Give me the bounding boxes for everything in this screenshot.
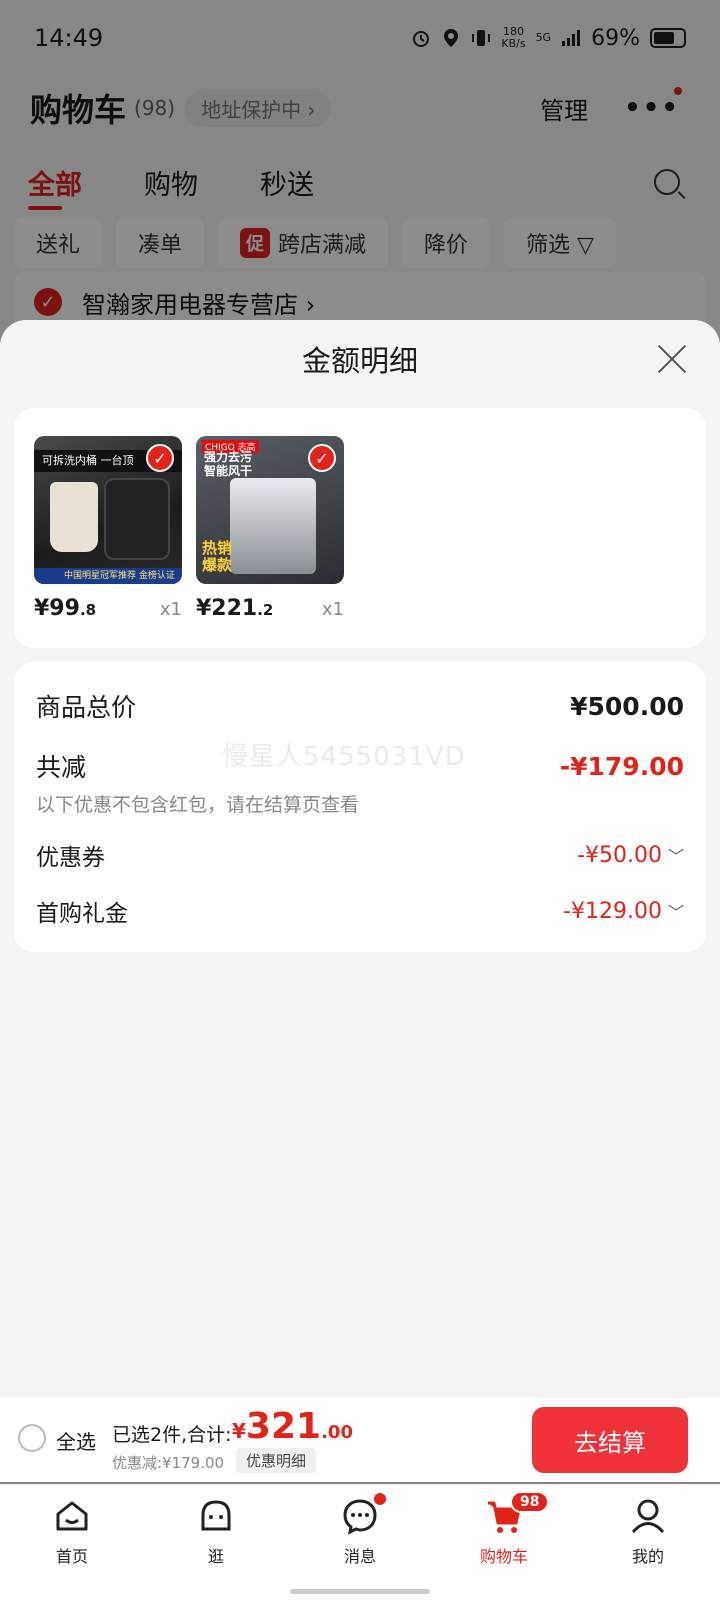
home-indicator[interactable] [290, 1589, 430, 1594]
watermark: 慢星人5455031VD [222, 742, 466, 772]
chevron-down-icon[interactable]: ﹀ [668, 899, 684, 923]
close-icon[interactable] [656, 342, 688, 374]
product-price: ¥99.8 [34, 596, 97, 621]
tab-messages[interactable]: 消息 [288, 1485, 432, 1600]
firstbuy-label: 首购礼金 [36, 901, 128, 927]
check-icon: ✓ [308, 444, 336, 472]
tab-cart[interactable]: 98 购物车 [432, 1485, 576, 1600]
user-icon [631, 1499, 665, 1534]
check-icon: ✓ [146, 444, 174, 472]
product-image-footer: 中国明星冠军推荐 金榜认证 [34, 568, 182, 584]
bottom-tabbar: 首页 逛 消息 98 购物车 我的 [0, 1484, 720, 1600]
coupon-label: 优惠券 [36, 845, 105, 871]
product-qty: x1 [159, 599, 182, 620]
select-all-radio[interactable] [18, 1424, 46, 1452]
total-row: 商品总价 ¥500.00 [36, 688, 684, 724]
tab-browse[interactable]: 逛 [144, 1485, 288, 1600]
products-card: 可拆洗内桶 一台顶 中国明星冠军推荐 金榜认证 ✓ ¥99.8 x1 CHIGO… [14, 408, 706, 648]
price-row: ¥221.2 x1 [196, 596, 344, 621]
total-amount: ¥321.00 [232, 1406, 353, 1447]
total-label: 商品总价 [36, 693, 137, 722]
product-slogan: 强力去污 智能风干 [204, 450, 253, 478]
washer-graphic [230, 478, 316, 574]
message-icon [343, 1499, 377, 1535]
product-qty: x1 [321, 599, 344, 620]
selected-text: 已选2件,合计: [112, 1424, 232, 1446]
sheet-title: 金额明细 [301, 344, 418, 378]
washer-graphic [104, 478, 170, 560]
product-image: 可拆洗内桶 一台顶 中国明星冠军推荐 金榜认证 ✓ [34, 436, 182, 584]
chevron-down-icon[interactable]: ﹀ [668, 843, 684, 867]
price-row: ¥99.8 x1 [34, 596, 182, 621]
product-price: ¥221.2 [196, 596, 274, 621]
tab-home[interactable]: 首页 [0, 1485, 144, 1600]
amount-detail-sheet: 金额明细 可拆洗内桶 一台顶 中国明星冠军推荐 金榜认证 ✓ ¥99.8 x1 … [0, 320, 720, 1398]
home-icon [56, 1501, 88, 1531]
select-all-label[interactable]: 全选 [56, 1426, 96, 1455]
reduce-label: 共减 [36, 753, 87, 782]
product-image: CHIGO 志高 强力去污 智能风干 热销 爆款 ✓ [196, 436, 344, 584]
discount-note: 以下优惠不包含红包，请在结算页查看 [36, 794, 360, 816]
browse-icon [201, 1500, 231, 1531]
checkout-button[interactable]: 去结算 [532, 1407, 688, 1473]
summary-card: 商品总价 ¥500.00 共减 -¥179.00 以下优惠不包含红包，请在结算页… [14, 662, 706, 952]
firstbuy-row[interactable]: 首购礼金 -¥129.00 ﹀ [36, 894, 684, 928]
cart-badge: 98 [510, 1491, 550, 1513]
bucket-graphic [50, 482, 98, 552]
hot-sale-label: 热销 爆款 [202, 539, 233, 574]
coupon-row[interactable]: 优惠券 -¥50.00 ﹀ [36, 838, 684, 872]
reduce-value: -¥179.00 [559, 751, 684, 781]
tab-mine[interactable]: 我的 [576, 1485, 720, 1600]
discount-detail-button[interactable]: 优惠明细 [236, 1448, 317, 1473]
coupon-value: -¥50.00 [577, 842, 662, 868]
notification-dot [374, 1493, 386, 1505]
discount-text: 优惠减:¥179.00 [112, 1454, 225, 1472]
checkout-bar: 全选 已选2件,合计: ¥321.00 优惠减:¥179.00 优惠明细 去结算 [0, 1398, 720, 1482]
total-value: ¥500.00 [570, 691, 684, 721]
product-item[interactable]: CHIGO 志高 强力去污 智能风干 热销 爆款 ✓ ¥221.2 x1 [196, 436, 344, 621]
product-item[interactable]: 可拆洗内桶 一台顶 中国明星冠军推荐 金榜认证 ✓ ¥99.8 x1 [34, 436, 182, 621]
firstbuy-value: -¥129.00 [563, 898, 662, 924]
